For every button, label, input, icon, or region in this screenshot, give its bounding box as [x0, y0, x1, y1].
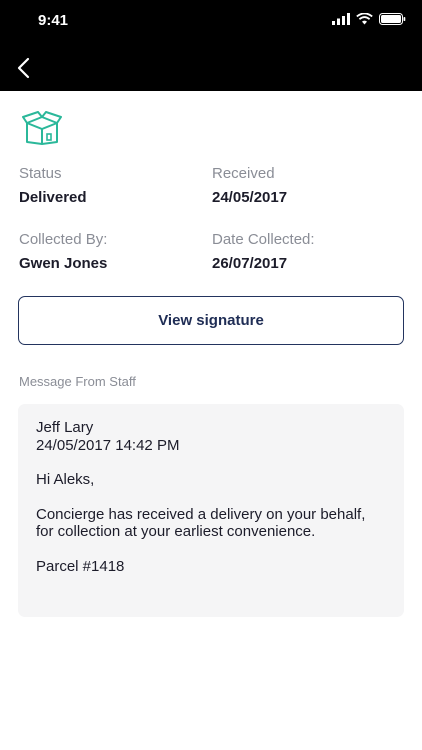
battery-icon [379, 13, 406, 25]
message-section-title: Message From Staff [19, 374, 136, 389]
message-timestamp: 24/05/2017 14:42 PM [36, 436, 180, 454]
status-bar-time: 9:41 [38, 12, 69, 29]
collected-by-value: Gwen Jones [19, 255, 108, 272]
wifi-icon [356, 13, 373, 25]
received-label: Received [212, 165, 275, 182]
view-signature-button[interactable]: View signature [18, 296, 404, 345]
collected-by-label: Collected By: [19, 231, 108, 248]
message-body: Concierge has received a delivery on you… [36, 505, 366, 541]
received-value: 24/05/2017 [212, 189, 288, 206]
status-value: Delivered [19, 189, 87, 206]
date-collected-label: Date Collected: [212, 231, 315, 248]
message-sender: Jeff Lary [36, 419, 94, 436]
message-parcel: Parcel #1418 [36, 557, 125, 575]
status-bar-icons [332, 13, 406, 25]
back-chevron-icon[interactable] [14, 56, 36, 80]
message-greeting: Hi Aleks, [36, 471, 95, 488]
staff-message-card: Jeff Lary 24/05/2017 14:42 PM Hi Aleks, … [18, 404, 404, 617]
top-bar: 9:41 [0, 0, 422, 91]
signal-icon [332, 13, 350, 25]
status-label: Status [19, 165, 62, 182]
package-box-icon [22, 111, 62, 145]
date-collected-value: 26/07/2017 [212, 255, 288, 272]
